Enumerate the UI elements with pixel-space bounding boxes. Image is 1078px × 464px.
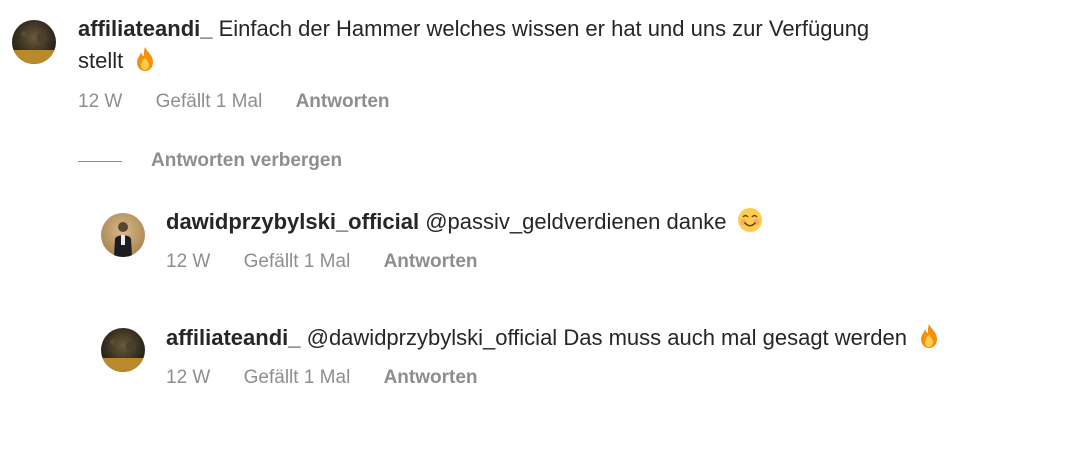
reply-time[interactable]: 12 W [166, 367, 210, 388]
comment-username[interactable]: affiliateandi_ [78, 16, 212, 41]
reply-mention[interactable]: @dawidprzybylski_official [307, 325, 558, 350]
reply-button[interactable]: Antworten [296, 91, 390, 112]
comment-likes[interactable]: Gefällt 1 Mal [156, 91, 263, 112]
reply-time[interactable]: 12 W [166, 251, 210, 272]
reply-text: affiliateandi_ @dawidprzybylski_official… [166, 322, 1066, 358]
reply-meta: 12 W Gefällt 1 Mal Antworten [166, 251, 506, 273]
reply-username[interactable]: affiliateandi_ [166, 325, 300, 350]
divider-line [78, 160, 122, 162]
hide-replies-button[interactable]: Antworten verbergen [78, 148, 342, 174]
hide-replies-label: Antworten verbergen [151, 150, 343, 171]
reply-message: Das muss auch mal gesagt werden [563, 325, 907, 350]
avatar[interactable] [101, 213, 145, 257]
reply-text: dawidprzybylski_official @passiv_geldver… [166, 206, 1066, 242]
comment-text-line1: Einfach der Hammer welches wissen er hat… [218, 16, 870, 41]
reply-username[interactable]: dawidprzybylski_official [166, 209, 419, 234]
reply-likes[interactable]: Gefällt 1 Mal [244, 367, 351, 388]
fire-emoji-icon [917, 323, 941, 358]
comment-text-line2: stellt [78, 48, 124, 73]
comment-time[interactable]: 12 W [78, 91, 122, 112]
avatar[interactable] [101, 328, 145, 372]
comment-text: affiliateandi_ Einfach der Hammer welche… [78, 13, 1038, 81]
reply-mention[interactable]: @passiv_geldverdienen [425, 209, 660, 234]
reply-message: danke [666, 209, 727, 234]
reply-button[interactable]: Antworten [384, 251, 478, 272]
comment-meta: 12 W Gefällt 1 Mal Antworten [78, 91, 418, 113]
fire-emoji-icon [133, 46, 157, 81]
smiling-face-emoji-icon [737, 207, 763, 242]
reply-likes[interactable]: Gefällt 1 Mal [244, 251, 351, 272]
reply-button[interactable]: Antworten [384, 367, 478, 388]
reply-meta: 12 W Gefällt 1 Mal Antworten [166, 367, 506, 389]
avatar[interactable] [12, 20, 56, 64]
